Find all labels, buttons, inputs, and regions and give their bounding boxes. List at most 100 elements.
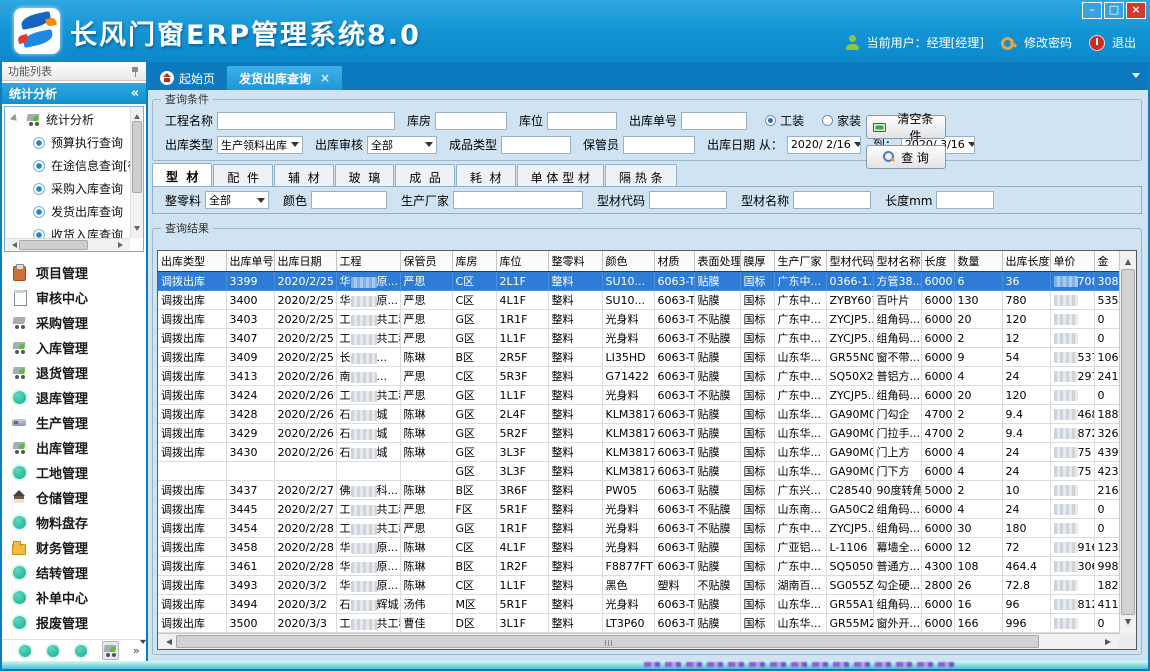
column-header-型材代码[interactable]: 型材代码: [826, 251, 873, 272]
column-header-库房[interactable]: 库房: [452, 251, 496, 272]
location-input[interactable]: [547, 112, 617, 130]
profile-code-input[interactable]: [649, 191, 727, 209]
material-tab-3[interactable]: 玻 璃: [335, 164, 395, 186]
tree-item-预算执行查询[interactable]: 预算执行查询: [5, 131, 143, 154]
scroll-up-icon[interactable]: [1125, 256, 1131, 265]
table-row[interactable]: 调拨出库34032020/2/25工共工程严思G区1R1F整料光身料6063-T…: [158, 310, 1124, 329]
column-header-出库日期[interactable]: 出库日期: [274, 251, 336, 272]
scroll-up-icon[interactable]: [134, 111, 140, 119]
column-header-数量[interactable]: 数量: [954, 251, 1002, 272]
sidebar-item-仓储管理[interactable]: 仓储管理: [2, 485, 146, 510]
table-row[interactable]: 调拨出库34072020/2/25工共工程严思G区1L1F整料光身料6063-T…: [158, 329, 1124, 348]
sidebar-item-物料盘存[interactable]: 物料盘存: [2, 510, 146, 535]
tree-horizontal-scrollbar[interactable]: [5, 238, 130, 251]
column-header-型材名称[interactable]: 型材名称: [873, 251, 921, 272]
material-tab-7[interactable]: 隔 热 条: [605, 164, 677, 186]
pin-icon[interactable]: [130, 66, 140, 77]
table-row[interactable]: 调拨出库34002020/2/25华原...严思C区4L1F整料SU10...6…: [158, 291, 1124, 310]
logout-link[interactable]: 退出: [1112, 34, 1136, 51]
warehouse-input[interactable]: [435, 112, 507, 130]
column-header-颜色[interactable]: 颜色: [602, 251, 654, 272]
minimize-button[interactable]: –: [1082, 2, 1102, 19]
material-tab-6[interactable]: 单 体 型 材: [517, 164, 604, 186]
table-row[interactable]: 调拨出库34582020/2/28华原...陈琳C区4L1F整料光身料6063-…: [158, 538, 1124, 557]
dot-icon[interactable]: [19, 645, 31, 657]
table-row[interactable]: 调拨出库34542020/2/28工共工程严思G区1R1F整料光身料6063-T…: [158, 519, 1124, 538]
sidebar-item-退货管理[interactable]: 退货管理: [2, 360, 146, 385]
out-type-select[interactable]: 生产领料出库: [217, 136, 303, 154]
sidebar-item-报废管理[interactable]: 报废管理: [2, 610, 146, 635]
column-header-出库单号[interactable]: 出库单号: [226, 251, 274, 272]
manufacturer-input[interactable]: [453, 191, 583, 209]
column-header-出库长度[interactable]: 出库长度: [1002, 251, 1050, 272]
table-horizontal-scrollbar[interactable]: [158, 633, 1119, 649]
color-input[interactable]: [311, 191, 387, 209]
scroll-thumb[interactable]: [1121, 269, 1135, 615]
table-row[interactable]: 调拨出库34302020/2/26石城陈琳G区3L3F整料KLM38176063…: [158, 443, 1124, 462]
tree-item-采购入库查询[interactable]: 采购入库查询: [5, 177, 143, 200]
close-button[interactable]: ×: [1126, 2, 1146, 19]
sidebar-section-header[interactable]: 统计分析 «: [2, 83, 146, 104]
scroll-right-icon[interactable]: [118, 242, 126, 248]
whole-part-select[interactable]: 全部: [205, 191, 269, 209]
column-header-保管员[interactable]: 保管员: [400, 251, 452, 272]
sidebar-item-生产管理[interactable]: 生产管理: [2, 410, 146, 435]
table-row[interactable]: 调拨出库34452020/2/27工共工程严思F区5R1F整料光身料6063-T…: [158, 500, 1124, 519]
column-header-表面处理[interactable]: 表面处理: [694, 251, 740, 272]
scroll-down-icon[interactable]: [1125, 619, 1131, 628]
table-row[interactable]: 调拨出库34942020/3/2石辉城汤伟M区5R1F整料光身料6063-T5贴…: [158, 595, 1124, 614]
scroll-down-icon[interactable]: [134, 226, 140, 234]
profile-name-input[interactable]: [793, 191, 871, 209]
search-button[interactable]: 查 询: [866, 145, 946, 169]
column-header-生产厂家[interactable]: 生产厂家: [774, 251, 826, 272]
keeper-input[interactable]: [623, 136, 695, 154]
order-no-input[interactable]: [681, 112, 747, 130]
column-header-材质[interactable]: 材质: [654, 251, 694, 272]
material-tab-4[interactable]: 成 品: [395, 164, 455, 186]
tree-item-发货出库查询[interactable]: 发货出库查询: [5, 200, 143, 223]
sidebar-item-结转管理[interactable]: 结转管理: [2, 560, 146, 585]
table-row[interactable]: 调拨出库34092020/2/25长...陈琳B区2R5F整料LI35HD606…: [158, 348, 1124, 367]
radio-jiazhuang[interactable]: 家装: [822, 112, 861, 129]
sidebar-item-入库管理[interactable]: 入库管理: [2, 335, 146, 360]
table-row[interactable]: 调拨出库34282020/2/26石城陈琳G区2L4F整料KLM38176063…: [158, 405, 1124, 424]
tab-shipping-outbound-query[interactable]: 发货出库查询 ×: [227, 66, 342, 90]
column-header-工程[interactable]: 工程: [336, 251, 400, 272]
column-header-整零料[interactable]: 整零料: [548, 251, 602, 272]
table-row[interactable]: 调拨出库33992020/2/25华原...严思C区2L1F整料SU10...6…: [158, 272, 1124, 291]
change-password-link[interactable]: 修改密码: [1024, 34, 1072, 51]
dot-icon[interactable]: [75, 645, 87, 657]
table-row[interactable]: 调拨出库34292020/2/26石城陈琳G区5R2F整料KLM38176063…: [158, 424, 1124, 443]
tree-vertical-scrollbar[interactable]: [130, 107, 143, 238]
table-row[interactable]: 调拨出库34612020/2/28华原...陈琳B区1R2F整料F8877FT6…: [158, 557, 1124, 576]
scroll-left-icon[interactable]: [163, 639, 172, 645]
tree-root-statistics[interactable]: 统计分析: [5, 107, 143, 131]
sidebar-item-补单中心[interactable]: 补单中心: [2, 585, 146, 610]
sidebar-item-审核中心[interactable]: 审核中心: [2, 285, 146, 310]
date-from-picker[interactable]: 2020/ 2/16: [787, 136, 861, 154]
table-row[interactable]: G区3L3F整料KLM38176063-T5贴膜国标山东华...GA90M09.…: [158, 462, 1124, 481]
project-name-input[interactable]: [217, 112, 395, 130]
radio-gongzhuang[interactable]: 工装: [765, 112, 804, 129]
scroll-thumb[interactable]: [19, 240, 88, 250]
tab-home[interactable]: 起始页: [148, 66, 227, 90]
collapse-icon[interactable]: «: [131, 86, 139, 101]
statistics-tool-button[interactable]: [102, 641, 119, 660]
tab-list-dropdown-icon[interactable]: [1132, 73, 1140, 82]
sidebar-item-项目管理[interactable]: 项目管理: [2, 260, 146, 285]
scroll-right-icon[interactable]: [1105, 639, 1114, 645]
scroll-thumb[interactable]: [132, 121, 142, 193]
tree-item-在途信息查询[待[interactable]: 在途信息查询[待: [5, 154, 143, 177]
scroll-thumb[interactable]: [176, 635, 1039, 648]
column-header-长度[interactable]: 长度: [921, 251, 954, 272]
scroll-left-icon[interactable]: [9, 242, 17, 248]
table-row[interactable]: 调拨出库35002020/3/3工共工程曹佳D区3L1F整料LT3P606063…: [158, 614, 1124, 633]
expander-icon[interactable]: [10, 113, 23, 126]
table-row[interactable]: 调拨出库34932020/3/2华原...陈琳C区1L1F整料黑色塑料不贴膜国标…: [158, 576, 1124, 595]
table-row[interactable]: 调拨出库34132020/2/26南...严思C区5R3F整料G71422606…: [158, 367, 1124, 386]
sidebar-item-财务管理[interactable]: 财务管理: [2, 535, 146, 560]
material-tab-5[interactable]: 耗 材: [456, 164, 516, 186]
tab-close-icon[interactable]: ×: [320, 71, 330, 85]
audit-select[interactable]: 全部: [367, 136, 437, 154]
clear-conditions-button[interactable]: 清空条件: [866, 115, 946, 139]
